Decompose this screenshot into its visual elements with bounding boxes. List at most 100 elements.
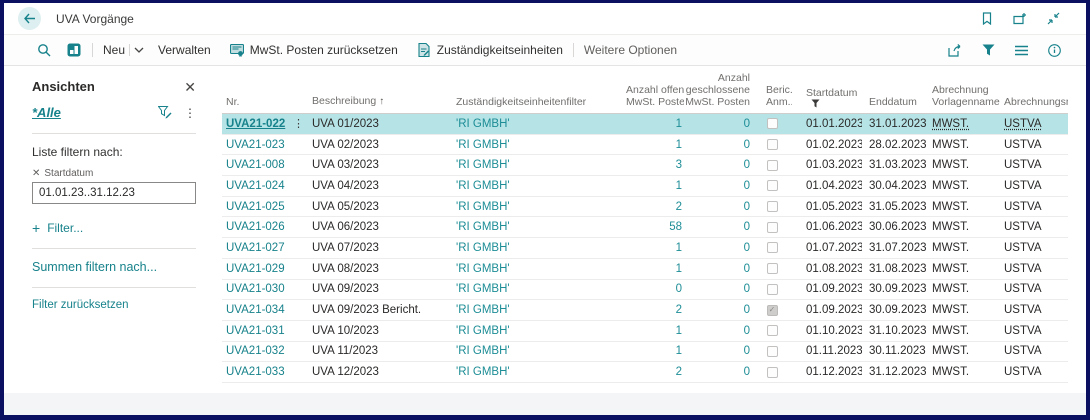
reset-vat-entries-button[interactable]: MwSt. Posten zurücksetzen	[229, 42, 398, 58]
bericht-checkbox[interactable]	[767, 222, 778, 233]
cell-zustaendigkeitsfilter[interactable]: 'RI GMBH'	[456, 135, 626, 155]
record-link[interactable]: UVA21-031	[226, 321, 285, 341]
cell-vorlagenname[interactable]: MWST.	[928, 114, 1002, 134]
cell-vorlagenname[interactable]: MWST.	[928, 300, 1002, 320]
cell-startdatum[interactable]: 01.03.2023	[792, 155, 862, 175]
cell-offene-posten[interactable]: 1	[626, 238, 684, 258]
new-button[interactable]: Neu	[103, 43, 125, 57]
cell-geschlossene-posten[interactable]: 0	[684, 135, 752, 155]
layout-list-icon[interactable]	[1013, 42, 1029, 58]
cell-abrechnungsname[interactable]: USTVA	[1002, 238, 1068, 258]
cell-zustaendigkeitsfilter[interactable]: 'RI GMBH'	[456, 155, 626, 175]
col-header-abrechnungsname[interactable]: Abrechnungsna...	[1002, 96, 1068, 108]
collapse-icon[interactable]	[1046, 12, 1060, 26]
cell-beschreibung[interactable]: UVA 06/2023	[312, 217, 456, 237]
cell-vorlagenname[interactable]: MWST.	[928, 135, 1002, 155]
cell-zustaendigkeitsfilter[interactable]: 'RI GMBH'	[456, 341, 626, 361]
cell-vorlagenname[interactable]: MWST.	[928, 176, 1002, 196]
cell-enddatum[interactable]: 30.09.2023	[862, 300, 928, 320]
cell-abrechnungsname[interactable]: USTVA	[1002, 135, 1068, 155]
more-options-button[interactable]: Weitere Optionen	[584, 43, 677, 57]
cell-offene-posten[interactable]: 1	[626, 341, 684, 361]
cell-startdatum[interactable]: 01.08.2023	[792, 259, 862, 279]
cell-zustaendigkeitsfilter[interactable]: 'RI GMBH'	[456, 279, 626, 299]
cell-beschreibung[interactable]: UVA 10/2023	[312, 321, 456, 341]
more-vertical-icon[interactable]: ⋮	[184, 106, 196, 120]
cell-enddatum[interactable]: 30.06.2023	[862, 217, 928, 237]
cell-enddatum[interactable]: 31.03.2023	[862, 155, 928, 175]
cell-abrechnungsname[interactable]: USTVA	[1002, 321, 1068, 341]
bericht-checkbox[interactable]	[767, 346, 778, 357]
bericht-checkbox[interactable]	[767, 367, 778, 378]
cell-beschreibung[interactable]: UVA 08/2023	[312, 259, 456, 279]
record-link[interactable]: UVA21-027	[226, 238, 285, 258]
record-link[interactable]: UVA21-032	[226, 341, 285, 361]
row-more-icon[interactable]: ⋮	[293, 114, 304, 134]
reset-filters-link[interactable]: Filter zurücksetzen	[32, 299, 196, 311]
record-link[interactable]: UVA21-008	[226, 155, 285, 175]
table-row[interactable]: UVA21-025 ⋮ UVA 05/2023 'RI GMBH' 2 0 01…	[222, 197, 1068, 218]
save-view-icon[interactable]	[158, 106, 172, 119]
cell-beschreibung[interactable]: UVA 09/2023 Bericht.	[312, 300, 456, 320]
back-button[interactable]	[18, 7, 41, 30]
cell-abrechnungsname[interactable]: USTVA	[1002, 259, 1068, 279]
cell-enddatum[interactable]: 31.12.2023	[862, 362, 928, 382]
cell-startdatum[interactable]: 01.02.2023	[792, 135, 862, 155]
col-header-geschlossene-posten[interactable]: AnzahlgeschlosseneMwSt. Posten	[684, 72, 752, 108]
cell-geschlossene-posten[interactable]: 0	[684, 217, 752, 237]
table-row[interactable]: UVA21-029 ⋮ UVA 08/2023 'RI GMBH' 1 0 01…	[222, 259, 1068, 280]
cell-abrechnungsname[interactable]: USTVA	[1002, 341, 1068, 361]
bericht-checkbox[interactable]	[767, 139, 778, 150]
bericht-checkbox[interactable]	[767, 160, 778, 171]
responsibility-units-button[interactable]: Zuständigkeitseinheiten	[416, 42, 563, 58]
bookmark-icon[interactable]	[980, 12, 994, 26]
cell-zustaendigkeitsfilter[interactable]: 'RI GMBH'	[456, 114, 626, 134]
info-icon[interactable]	[1046, 42, 1062, 58]
cell-abrechnungsname[interactable]: USTVA	[1002, 176, 1068, 196]
table-row[interactable]: UVA21-034 ⋮ UVA 09/2023 Bericht. 'RI GMB…	[222, 300, 1068, 321]
cell-offene-posten[interactable]: 0	[626, 279, 684, 299]
bericht-checkbox[interactable]	[767, 263, 778, 274]
cell-zustaendigkeitsfilter[interactable]: 'RI GMBH'	[456, 238, 626, 258]
cell-geschlossene-posten[interactable]: 0	[684, 300, 752, 320]
cell-offene-posten[interactable]: 3	[626, 155, 684, 175]
cell-geschlossene-posten[interactable]: 0	[684, 279, 752, 299]
cell-zustaendigkeitsfilter[interactable]: 'RI GMBH'	[456, 217, 626, 237]
table-row[interactable]: UVA21-033 ⋮ UVA 12/2023 'RI GMBH' 2 0 01…	[222, 362, 1068, 383]
cell-enddatum[interactable]: 31.05.2023	[862, 197, 928, 217]
cell-zustaendigkeitsfilter[interactable]: 'RI GMBH'	[456, 300, 626, 320]
cell-enddatum[interactable]: 31.01.2023	[862, 114, 928, 134]
table-row[interactable]: UVA21-030 ⋮ UVA 09/2023 'RI GMBH' 0 0 01…	[222, 280, 1068, 301]
record-link[interactable]: UVA21-034	[226, 300, 285, 320]
col-header-nr[interactable]: Nr.	[222, 96, 312, 108]
record-link[interactable]: UVA21-029	[226, 259, 285, 279]
cell-abrechnungsname[interactable]: USTVA	[1002, 362, 1068, 382]
cell-enddatum[interactable]: 30.11.2023	[862, 341, 928, 361]
cell-offene-posten[interactable]: 2	[626, 300, 684, 320]
cell-abrechnungsname[interactable]: USTVA	[1002, 217, 1068, 237]
cell-geschlossene-posten[interactable]: 0	[684, 114, 752, 134]
cell-geschlossene-posten[interactable]: 0	[684, 238, 752, 258]
cell-startdatum[interactable]: 01.09.2023	[792, 300, 862, 320]
cell-geschlossene-posten[interactable]: 0	[684, 155, 752, 175]
record-link[interactable]: UVA21-022	[226, 114, 285, 134]
cell-beschreibung[interactable]: UVA 12/2023	[312, 362, 456, 382]
cell-beschreibung[interactable]: UVA 11/2023	[312, 341, 456, 361]
cell-geschlossene-posten[interactable]: 0	[684, 341, 752, 361]
bericht-checkbox[interactable]	[767, 325, 778, 336]
cell-startdatum[interactable]: 01.06.2023	[792, 217, 862, 237]
record-link[interactable]: UVA21-023	[226, 135, 285, 155]
cell-startdatum[interactable]: 01.01.2023	[792, 114, 862, 134]
cell-enddatum[interactable]: 28.02.2023	[862, 135, 928, 155]
col-header-zustaendigkeitsfilter[interactable]: Zuständigkeitseinheitenfilter	[456, 96, 626, 108]
col-header-offene-posten[interactable]: Anzahl offeneMwSt. Posten	[626, 84, 684, 108]
record-link[interactable]: UVA21-026	[226, 217, 285, 237]
cell-enddatum[interactable]: 31.08.2023	[862, 259, 928, 279]
cell-startdatum[interactable]: 01.09.2023	[792, 279, 862, 299]
cell-offene-posten[interactable]: 1	[626, 321, 684, 341]
table-row[interactable]: UVA21-031 ⋮ UVA 10/2023 'RI GMBH' 1 0 01…	[222, 321, 1068, 342]
bericht-checkbox[interactable]	[767, 118, 778, 129]
record-link[interactable]: UVA21-025	[226, 197, 285, 217]
cell-startdatum[interactable]: 01.05.2023	[792, 197, 862, 217]
cell-zustaendigkeitsfilter[interactable]: 'RI GMBH'	[456, 176, 626, 196]
